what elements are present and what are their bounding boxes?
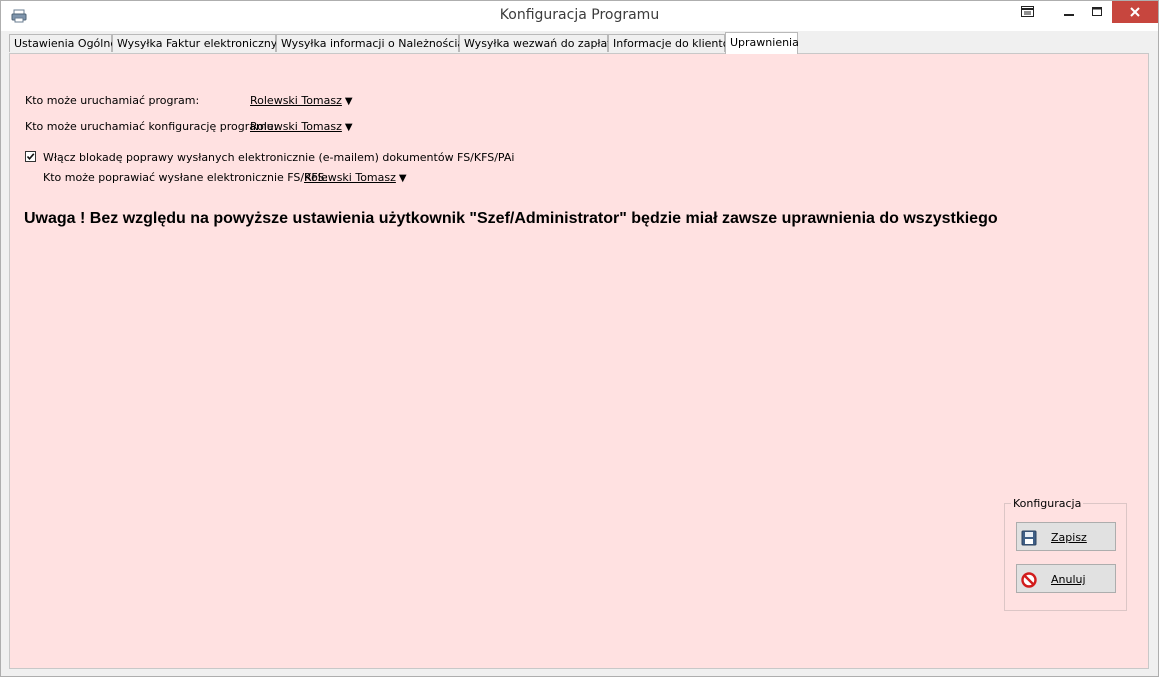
config-group: Konfiguracja Zapisz Anuluj (1004, 497, 1127, 611)
permissions-panel: Kto może uruchamiać program: Rolewski To… (9, 53, 1149, 669)
maximize-icon[interactable] (1080, 1, 1114, 23)
run-config-dropdown[interactable]: Rolewski Tomasz ▼ (250, 120, 353, 133)
edit-sent-label: Kto może poprawiać wysłane elektroniczni… (43, 171, 329, 184)
window-title: Konfiguracja Programu (499, 7, 660, 23)
run-program-value: Rolewski Tomasz (250, 94, 342, 107)
close-icon[interactable] (1112, 1, 1158, 23)
save-button[interactable]: Zapisz (1016, 522, 1116, 551)
run-config-label: Kto może uruchamiać konfigurację program… (25, 120, 278, 133)
dropdown-arrow-icon: ▼ (344, 122, 353, 133)
tab-wysylka-wezwan[interactable]: Wysyłka wezwań do zapłaty (459, 34, 618, 52)
checkmark-icon (26, 153, 35, 161)
admin-warning-text: Uwaga ! Bez względu na powyższe ustawien… (24, 210, 998, 227)
lock-edit-label[interactable]: Włącz blokadę poprawy wysłanych elektron… (43, 151, 514, 164)
run-config-value: Rolewski Tomasz (250, 120, 342, 133)
edit-sent-dropdown[interactable]: Rolewski Tomasz ▼ (304, 171, 407, 184)
cancel-button[interactable]: Anuluj (1016, 564, 1116, 593)
cancel-label: Anuluj (1051, 573, 1086, 586)
run-program-dropdown[interactable]: Rolewski Tomasz ▼ (250, 94, 353, 107)
save-label: Zapisz (1051, 531, 1087, 544)
floppy-disk-icon (1021, 530, 1037, 546)
dropdown-arrow-icon: ▼ (398, 173, 407, 184)
config-group-title: Konfiguracja (1011, 497, 1084, 510)
dropdown-arrow-icon: ▼ (344, 96, 353, 107)
lock-edit-checkbox[interactable] (25, 151, 36, 162)
tab-wysylka-naleznosci[interactable]: Wysyłka informacji o Należnościach (276, 34, 477, 52)
title-bar: Konfiguracja Programu (1, 1, 1158, 31)
cancel-icon (1021, 572, 1037, 588)
tab-uprawnienia[interactable]: Uprawnienia (725, 32, 799, 54)
tab-informacje-klientow[interactable]: Informacje do klientów (608, 34, 738, 52)
tab-ustawienia-ogolne[interactable]: Ustawienia Ogólne (9, 34, 117, 52)
config-window: Konfiguracja Programu Ustawienia Ogólne … (0, 0, 1159, 677)
run-program-label: Kto może uruchamiać program: (25, 94, 200, 107)
tab-wysylka-faktur[interactable]: Wysyłka Faktur elektronicznych (112, 34, 290, 52)
edit-sent-value: Rolewski Tomasz (304, 171, 396, 184)
restore-icon[interactable] (1011, 1, 1045, 23)
